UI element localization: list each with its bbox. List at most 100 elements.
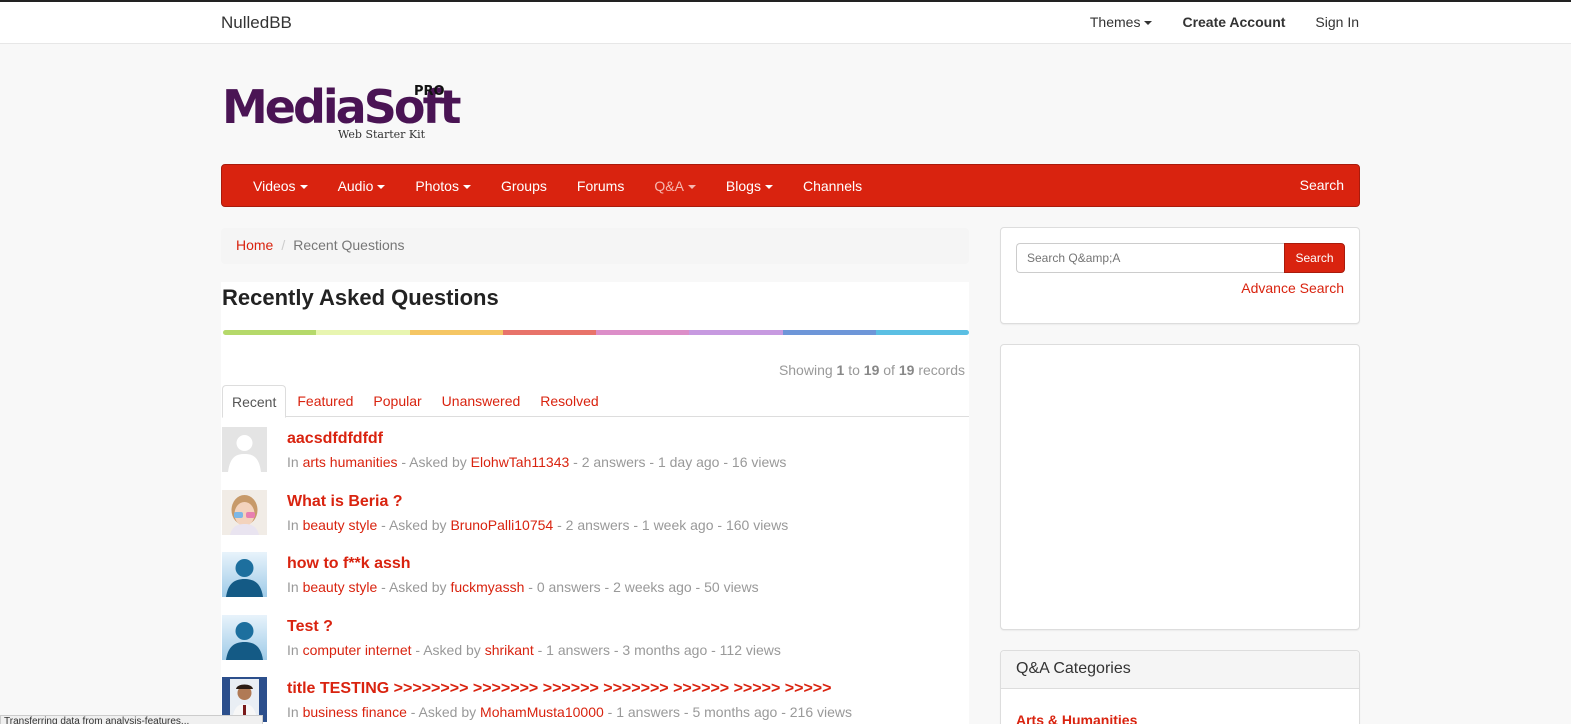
question-title-link[interactable]: how to f**k assh (287, 555, 411, 573)
in-label: In (287, 641, 299, 658)
logo-tagline: Web Starter Kit (338, 128, 426, 141)
rainbow-divider (223, 330, 969, 335)
caret-down-icon (687, 184, 696, 189)
tab-popular[interactable]: Popular (364, 385, 430, 417)
question-stats: - 1 answers - 5 months ago - 216 views (603, 704, 853, 720)
create-account-link[interactable]: Create Account (1182, 14, 1285, 30)
question-meta: In arts humanities - Asked by ElohwTah11… (287, 454, 786, 470)
question-title-link[interactable]: aacsdfdfdfdf (287, 430, 383, 448)
rainbow-segment (689, 330, 783, 335)
nav-item-blogs[interactable]: Blogs (711, 178, 788, 194)
tab-recent[interactable]: Recent (222, 385, 287, 418)
rainbow-segment (875, 330, 969, 335)
advance-search-link[interactable]: Advance Search (1241, 280, 1344, 296)
question-meta: In beauty style - Asked by fuckmyassh - … (287, 579, 759, 595)
caret-down-icon (1144, 21, 1153, 26)
nav-item-videos[interactable]: Videos (238, 178, 323, 194)
question-user-link[interactable]: shrikant (485, 642, 534, 658)
showing-of-word: of (883, 362, 895, 378)
category-link[interactable]: Arts & Humanities (1016, 712, 1137, 724)
qa-categories-panel: Q&A Categories Arts & Humanities (1000, 650, 1360, 724)
question-stats: - 2 answers - 1 day ago - 16 views (569, 454, 787, 470)
main-nav-items: Videos Audio Photos Groups Forums Q&A Blogs Cha… (238, 165, 877, 206)
in-label: In (287, 516, 299, 533)
categories-heading: Q&A Categories (1001, 651, 1359, 689)
photo-girl-icon[interactable] (222, 489, 267, 535)
question-item: aacsdfdfdfdf In arts humanities - Asked b… (222, 427, 969, 490)
nav-item-forums[interactable]: Forums (562, 178, 639, 194)
nav-item-label: Audio (337, 177, 374, 194)
question-category-link[interactable]: beauty style (303, 517, 378, 533)
question-meta: In beauty style - Asked by BrunoPalli107… (287, 517, 788, 533)
question-user-link[interactable]: ElohwTah11343 (471, 454, 570, 470)
question-meta: In computer internet - Asked by shrikant… (287, 642, 781, 658)
nav-item-qa[interactable]: Q&A (639, 178, 711, 194)
top-nav-links: Themes Create Account Sign In (1090, 14, 1359, 30)
nav-item-label: Photos (415, 177, 459, 194)
qa-search-button[interactable]: Search (1284, 243, 1345, 273)
top-navbar: NulledBB Themes Create Account Sign In (0, 2, 1571, 44)
tab-unanswered[interactable]: Unanswered (433, 385, 530, 417)
sign-in-link[interactable]: Sign In (1315, 14, 1359, 30)
qa-search-panel: Search Advance Search (1000, 227, 1360, 324)
question-item: title TESTING >>>>>>>> >>>>>>> >>>>>> >>… (222, 677, 969, 724)
breadcrumb-current: Recent Questions (293, 237, 405, 253)
rainbow-segment (596, 330, 690, 335)
question-title-link[interactable]: What is Beria ? (287, 493, 403, 511)
question-title-link[interactable]: title TESTING >>>>>>>> >>>>>>> >>>>>> >>… (287, 680, 831, 698)
in-label: In (287, 454, 299, 470)
tab-featured[interactable]: Featured (288, 385, 362, 417)
nav-item-channels[interactable]: Channels (788, 178, 877, 194)
nav-item-label: Groups (500, 177, 547, 194)
question-category-link[interactable]: computer internet (303, 642, 412, 658)
question-user-link[interactable]: fuckmyassh (450, 579, 524, 595)
question-category-link[interactable]: business finance (303, 704, 407, 720)
showing-total: 19 (898, 362, 915, 378)
asked-by-label: - Asked by (377, 516, 451, 533)
nav-item-label: Q&A (654, 177, 684, 194)
silhouette-blue-icon[interactable] (222, 552, 267, 597)
ad-panel (1000, 344, 1360, 630)
showing-prefix: Showing (778, 362, 833, 378)
breadcrumb-home-link[interactable]: Home (236, 237, 273, 253)
nav-item-photos[interactable]: Photos (400, 178, 486, 194)
asked-by-label: - Asked by (377, 579, 451, 595)
caret-down-icon (764, 184, 773, 189)
nav-search-link[interactable]: Search (1300, 177, 1344, 193)
nav-item-groups[interactable]: Groups (486, 178, 562, 194)
site-logo[interactable]: MediaSoft PRO Web Starter Kit (222, 80, 462, 150)
caret-down-icon (377, 184, 386, 189)
rainbow-segment (316, 330, 410, 335)
qa-search-input[interactable] (1016, 243, 1284, 273)
in-label: In (287, 704, 299, 720)
question-category-link[interactable]: arts humanities (303, 454, 398, 470)
question-list: aacsdfdfdfdf In arts humanities - Asked b… (222, 427, 969, 724)
rainbow-segment (502, 330, 596, 335)
question-tabs: Recent Featured Popular Unanswered Resol… (222, 385, 969, 418)
main-navbar: Videos Audio Photos Groups Forums Q&A Blogs Cha… (221, 164, 1360, 207)
question-stats: - 0 answers - 2 weeks ago - 50 views (524, 579, 759, 595)
rainbow-segment (223, 330, 317, 335)
silhouette-blue-icon[interactable] (222, 614, 267, 660)
nav-item-audio[interactable]: Audio (323, 178, 401, 194)
caret-down-icon (299, 184, 308, 189)
showing-to: 19 (863, 362, 880, 378)
question-title-link[interactable]: Test ? (287, 618, 333, 636)
main-content: Recently Asked Questions Showing 1 to 19… (221, 282, 969, 724)
question-category-link[interactable]: beauty style (303, 579, 378, 595)
themes-dropdown[interactable]: Themes (1090, 14, 1153, 30)
tab-resolved[interactable]: Resolved (531, 385, 607, 417)
showing-suffix: records (918, 362, 965, 378)
site-brand-link[interactable]: NulledBB (221, 13, 292, 33)
question-user-link[interactable]: BrunoPalli10754 (450, 517, 553, 533)
nav-item-label: Channels (802, 177, 863, 194)
records-count: Showing 1 to 19 of 19 records (779, 362, 965, 378)
question-item: how to f**k assh In beauty style - Asked … (222, 552, 969, 615)
page-title: Recently Asked Questions (222, 285, 499, 310)
asked-by-label: - Asked by (397, 454, 471, 470)
breadcrumb: Home / Recent Questions (221, 228, 969, 264)
caret-down-icon (462, 184, 471, 189)
question-user-link[interactable]: MohamMusta10000 (480, 704, 604, 720)
nav-item-label: Blogs (725, 177, 761, 194)
silhouette-gray-icon[interactable] (222, 427, 267, 472)
